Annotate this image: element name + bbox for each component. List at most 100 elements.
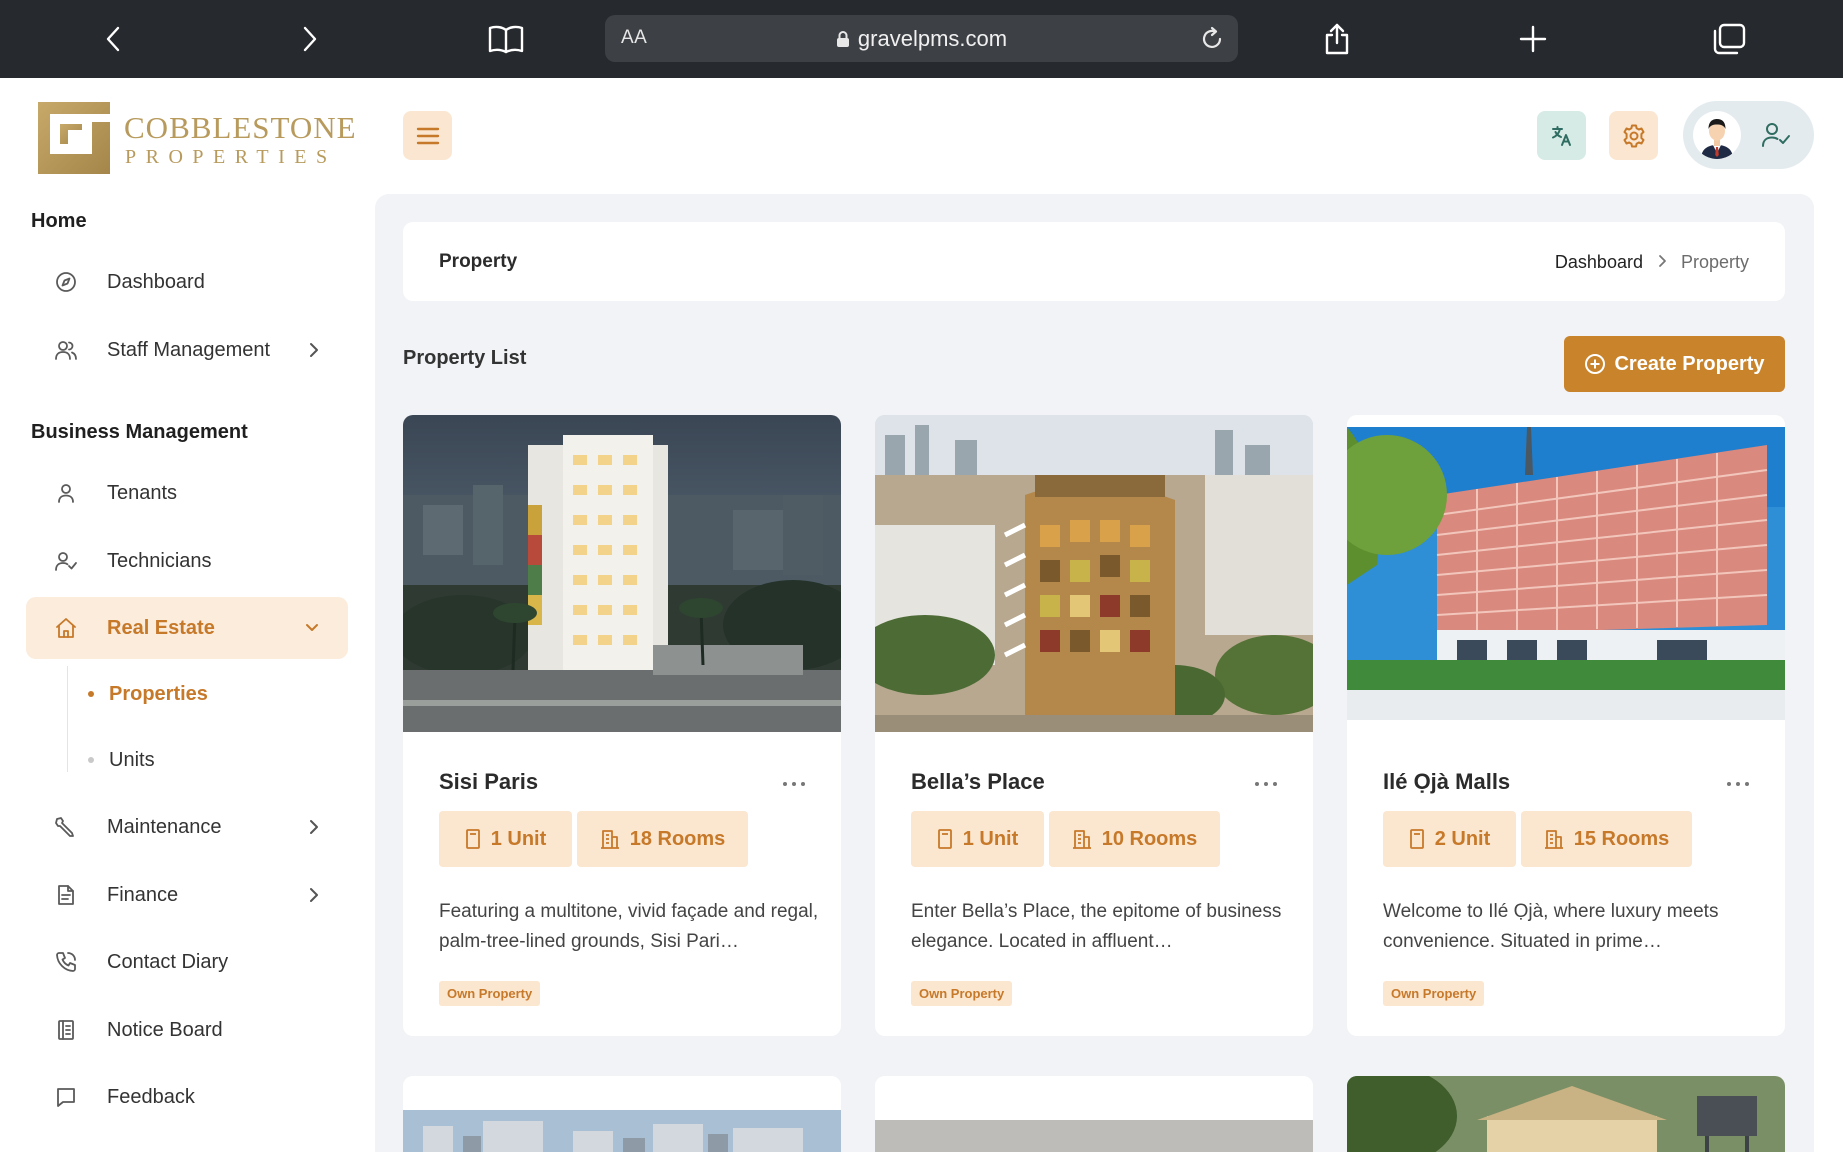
- user-menu[interactable]: [1683, 101, 1814, 169]
- chevron-right-icon: [1657, 252, 1667, 273]
- back-button[interactable]: [89, 14, 139, 64]
- share-button[interactable]: [1312, 14, 1362, 64]
- user-check-icon: [54, 549, 78, 573]
- brand-logo[interactable]: COBBLESTONE PROPERTIES: [38, 102, 356, 174]
- units-chip[interactable]: 2 Unit: [1383, 811, 1516, 867]
- property-description: Enter Bella’s Place, the epitome of busi…: [911, 901, 1282, 952]
- property-list-title: Property List: [403, 347, 527, 369]
- more-options-icon[interactable]: [1255, 777, 1277, 791]
- property-description: Welcome to Ilé Ọjà, where luxury meets c…: [1383, 901, 1719, 952]
- menu-toggle-button[interactable]: [403, 111, 452, 160]
- chevron-right-icon: [308, 341, 320, 364]
- ownership-badge: Own Property: [911, 981, 1013, 1006]
- new-tab-button[interactable]: [1508, 14, 1558, 64]
- sidebar-item-real-estate[interactable]: Real Estate: [26, 597, 348, 659]
- address-bar[interactable]: AA gravelpms.com: [605, 15, 1238, 62]
- sidebar-item-maintenance[interactable]: Maintenance: [26, 796, 348, 858]
- tabs-icon: [1713, 23, 1746, 55]
- property-name: Sisi Paris: [439, 769, 539, 794]
- create-property-label: Create Property: [1614, 352, 1765, 375]
- sidebar-item-contact-diary[interactable]: Contact Diary: [26, 931, 348, 993]
- sidebar-item-label: Notice Board: [107, 1018, 223, 1041]
- logo-mark-icon: [38, 102, 110, 174]
- language-button[interactable]: [1537, 111, 1586, 160]
- sidebar-item-label: Feedback: [107, 1085, 195, 1108]
- section-home: Home: [31, 210, 87, 232]
- chevron-right-icon: [303, 26, 317, 52]
- chevron-right-icon: [308, 886, 320, 909]
- rooms-chip[interactable]: 18 Rooms: [577, 811, 748, 867]
- breadcrumb: Dashboard Property: [1555, 252, 1749, 273]
- chevron-left-icon: [106, 26, 120, 52]
- property-description: Featuring a multitone, vivid façade and …: [439, 901, 819, 952]
- lock-icon: [836, 31, 849, 47]
- notice-board-icon: [54, 1018, 78, 1042]
- chevron-down-icon: [304, 619, 320, 642]
- sidebar-item-feedback[interactable]: Feedback: [26, 1066, 348, 1128]
- sidebar: COBBLESTONE PROPERTIES Home Dashboard St…: [0, 78, 375, 1152]
- property-card[interactable]: Sisi Paris 1 Unit 18 Rooms Featuring a m…: [403, 415, 841, 1036]
- section-business-management: Business Management: [31, 421, 248, 443]
- units-count: 1 Unit: [962, 827, 1019, 850]
- main-content: Property Dashboard Property Property Lis…: [375, 194, 1814, 1152]
- property-name: Bella’s Place: [911, 769, 1045, 794]
- rooms-count: 15 Rooms: [1573, 827, 1670, 850]
- rooms-chip[interactable]: 15 Rooms: [1521, 811, 1692, 867]
- gear-icon: [1623, 124, 1644, 147]
- sidebar-subitem-label: Properties: [109, 682, 208, 705]
- property-photo: [1347, 1076, 1785, 1152]
- browser-toolbar: AA gravelpms.com: [0, 0, 1843, 78]
- sidebar-item-dashboard[interactable]: Dashboard: [26, 251, 348, 313]
- more-options-icon[interactable]: [1727, 777, 1749, 791]
- sidebar-subitem-units[interactable]: Units: [88, 740, 155, 780]
- rooms-chip[interactable]: 10 Rooms: [1049, 811, 1220, 867]
- create-property-button[interactable]: Create Property: [1564, 336, 1785, 392]
- sidebar-item-label: Dashboard: [107, 270, 205, 293]
- units-chip[interactable]: 1 Unit: [439, 811, 572, 867]
- sidebar-item-label: Tenants: [107, 481, 178, 504]
- chevron-right-icon: [308, 818, 320, 841]
- sidebar-subitem-label: Units: [109, 748, 155, 771]
- units-chip[interactable]: 1 Unit: [911, 811, 1044, 867]
- property-name: Ilé Ọjà Malls: [1383, 769, 1511, 794]
- sidebar-item-finance[interactable]: Finance: [26, 864, 348, 926]
- door-icon: [1409, 829, 1424, 849]
- sidebar-item-staff-management[interactable]: Staff Management: [26, 319, 348, 381]
- settings-button[interactable]: [1609, 111, 1658, 160]
- hamburger-icon: [416, 127, 439, 144]
- avatar: [1693, 111, 1741, 159]
- sidebar-item-notice-board[interactable]: Notice Board: [26, 999, 348, 1061]
- property-card[interactable]: Ilé Ọjà Malls 2 Unit 15 Rooms Welcome to…: [1347, 415, 1785, 1036]
- url-display: gravelpms.com: [605, 26, 1238, 52]
- sidebar-item-label: Technicians: [107, 549, 212, 572]
- sidebar-subitem-properties[interactable]: Properties: [88, 674, 208, 714]
- translate-icon: [1551, 125, 1571, 146]
- document-icon: [54, 883, 78, 907]
- sidebar-item-tenants[interactable]: Tenants: [26, 462, 348, 524]
- property-card[interactable]: [875, 1076, 1313, 1152]
- more-options-icon[interactable]: [783, 777, 805, 791]
- breadcrumb-current: Property: [1680, 252, 1749, 272]
- reload-icon[interactable]: [1198, 25, 1226, 53]
- forward-button[interactable]: [284, 14, 334, 64]
- sidebar-item-technicians[interactable]: Technicians: [26, 530, 348, 592]
- plus-circle-icon: [1585, 354, 1606, 374]
- share-icon: [1325, 23, 1349, 55]
- chat-bubble-icon: [54, 1085, 78, 1109]
- property-card[interactable]: [403, 1076, 841, 1152]
- rooms-count: 10 Rooms: [1101, 827, 1198, 850]
- home-icon: [54, 616, 78, 640]
- sidebar-item-label: Maintenance: [107, 815, 222, 838]
- property-card[interactable]: Bella’s Place 1 Unit 10 Rooms Enter Bell…: [875, 415, 1313, 1036]
- sidebar-item-label: Finance: [107, 883, 179, 906]
- property-card[interactable]: [1347, 1076, 1785, 1152]
- compass-icon: [54, 270, 78, 294]
- tabs-overview-button[interactable]: [1704, 14, 1754, 64]
- breadcrumb-dashboard-link[interactable]: Dashboard: [1555, 252, 1643, 273]
- sidebar-item-label: Contact Diary: [107, 950, 229, 973]
- user-icon: [54, 481, 78, 505]
- book-icon: [488, 25, 524, 54]
- users-icon: [54, 338, 78, 362]
- bullet-dot: [88, 757, 94, 763]
- bookmarks-button[interactable]: [481, 14, 531, 64]
